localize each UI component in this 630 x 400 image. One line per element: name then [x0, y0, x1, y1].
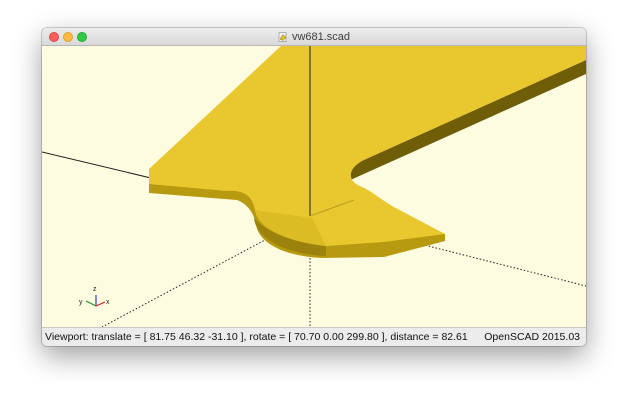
gizmo-x-label: x: [106, 299, 110, 306]
window-title-container: vw681.scad: [42, 28, 586, 46]
model-top-face: [149, 46, 586, 246]
openscad-window: vw681.scad z x y Viewport: translate = […: [42, 28, 586, 346]
status-bar: Viewport: translate = [ 81.75 46.32 -31.…: [42, 327, 586, 346]
3d-viewport[interactable]: z x y: [42, 46, 586, 327]
axes-gizmo: [85, 295, 106, 307]
gizmo-y-label: y: [79, 299, 83, 306]
window-title: vw681.scad: [291, 31, 351, 43]
scad-document-icon: [278, 32, 287, 42]
gizmo-z-label: z: [93, 286, 97, 293]
app-version: OpenSCAD 2015.03: [484, 331, 580, 343]
model-render: [42, 46, 586, 327]
title-bar[interactable]: vw681.scad: [42, 28, 586, 46]
viewport-info: Viewport: translate = [ 81.75 46.32 -31.…: [45, 331, 468, 343]
